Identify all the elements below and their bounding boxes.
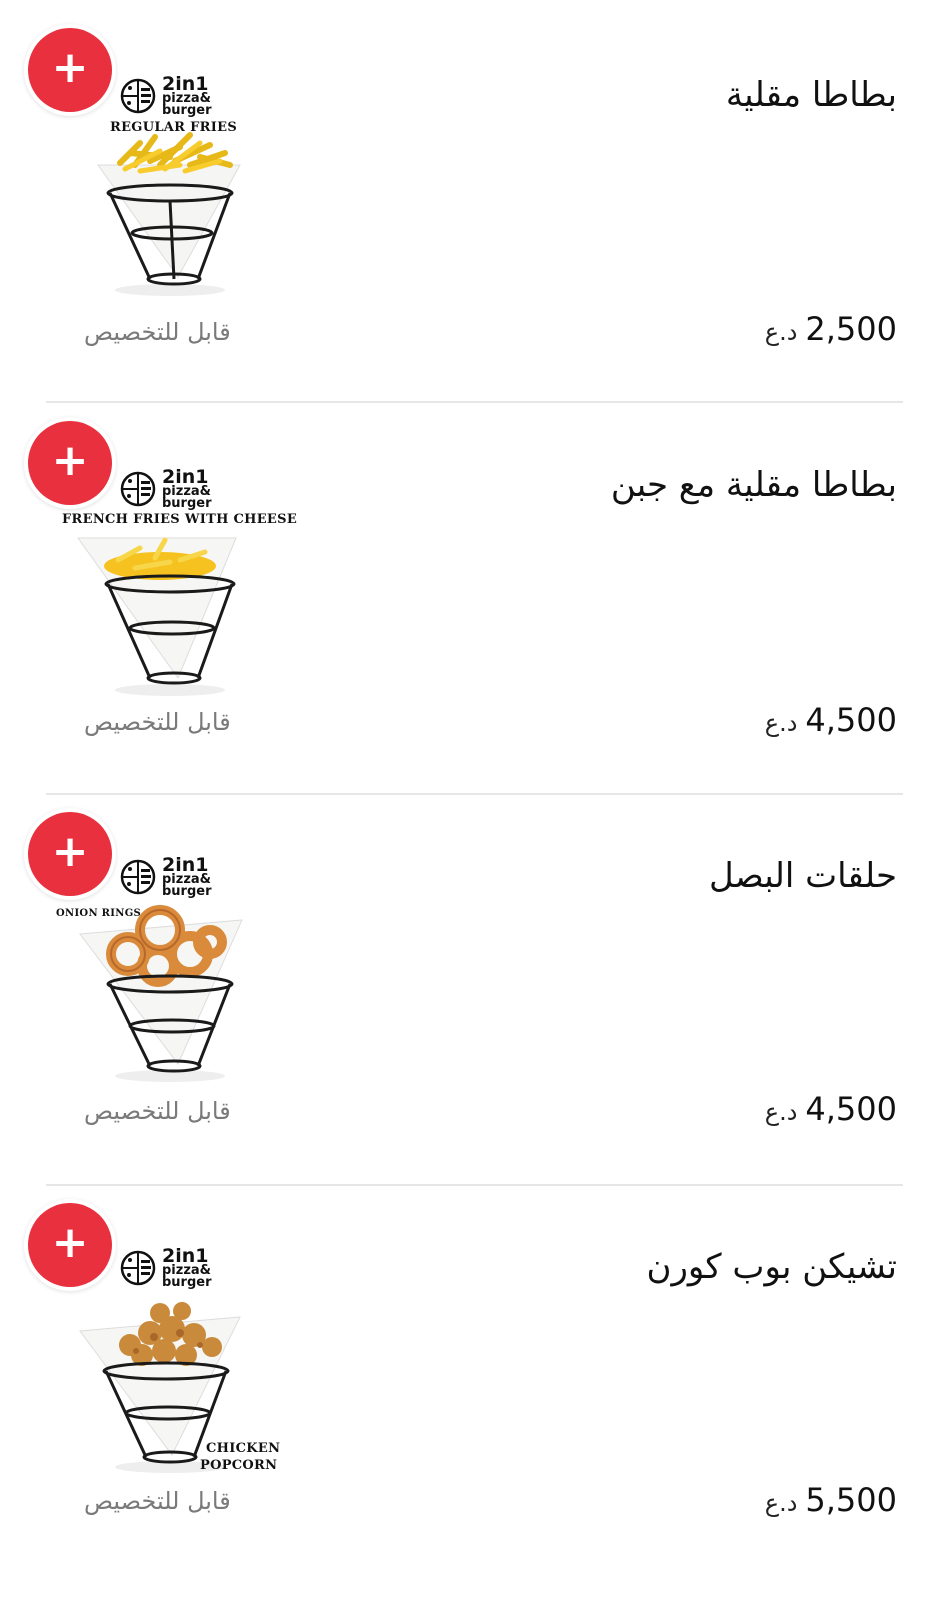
product-label: CHICKEN: [206, 1441, 281, 1456]
customizable-label: قابل للتخصيص: [84, 708, 231, 736]
price-value: 4,500: [805, 701, 897, 739]
item-price: د.ع 4,500: [765, 1090, 897, 1128]
currency: د.ع: [764, 1489, 798, 1517]
food-basket-illustration: [79, 905, 243, 1082]
customizable-label: قابل للتخصيص: [84, 1487, 231, 1515]
customizable-label: قابل للتخصيص: [84, 318, 231, 346]
menu-item[interactable]: + 2in1 pizza& burger: [0, 806, 943, 1206]
product-image[interactable]: 2in1 pizza& burger FRENCH FRIES WITH CHE…: [60, 467, 297, 703]
item-name: حلقات البصل: [709, 856, 897, 896]
product-image[interactable]: 2in1 pizza& burger CHICKEN POPCORN: [60, 1245, 280, 1480]
item-price: د.ع 2,500: [765, 310, 897, 348]
item-name: تشيكن بوب كورن: [646, 1247, 897, 1287]
price-value: 2,500: [805, 310, 897, 348]
customizable-label: قابل للتخصيص: [84, 1097, 231, 1125]
menu-item[interactable]: + 2in1 pizza& burger: [0, 403, 943, 803]
item-price: د.ع 5,500: [765, 1481, 897, 1519]
price-value: 5,500: [805, 1481, 897, 1519]
currency: د.ع: [764, 709, 798, 737]
item-price: د.ع 4,500: [765, 701, 897, 739]
currency: د.ع: [764, 1098, 798, 1126]
divider: [46, 1184, 903, 1186]
price-value: 4,500: [805, 1090, 897, 1128]
menu-item[interactable]: + 2in1 pizza& burger: [0, 1199, 943, 1600]
item-name: بطاطا مقلية مع جبن: [610, 465, 897, 505]
food-basket-illustration: [97, 132, 241, 296]
product-image[interactable]: 2in1 pizza& burger ONION RINGS: [56, 854, 280, 1089]
food-basket-illustration: [77, 537, 237, 696]
product-label: POPCORN: [200, 1458, 278, 1473]
product-image[interactable]: 2in1 pizza& burger REGULAR FRIES: [60, 65, 280, 300]
menu-list: + 2in1 pizza& burger REGULAR FRIES بطاطا…: [0, 0, 943, 1600]
menu-item[interactable]: + 2in1 pizza& burger: [0, 0, 943, 403]
currency: د.ع: [764, 318, 798, 346]
divider: [46, 793, 903, 795]
item-name: بطاطا مقلية: [725, 75, 897, 115]
